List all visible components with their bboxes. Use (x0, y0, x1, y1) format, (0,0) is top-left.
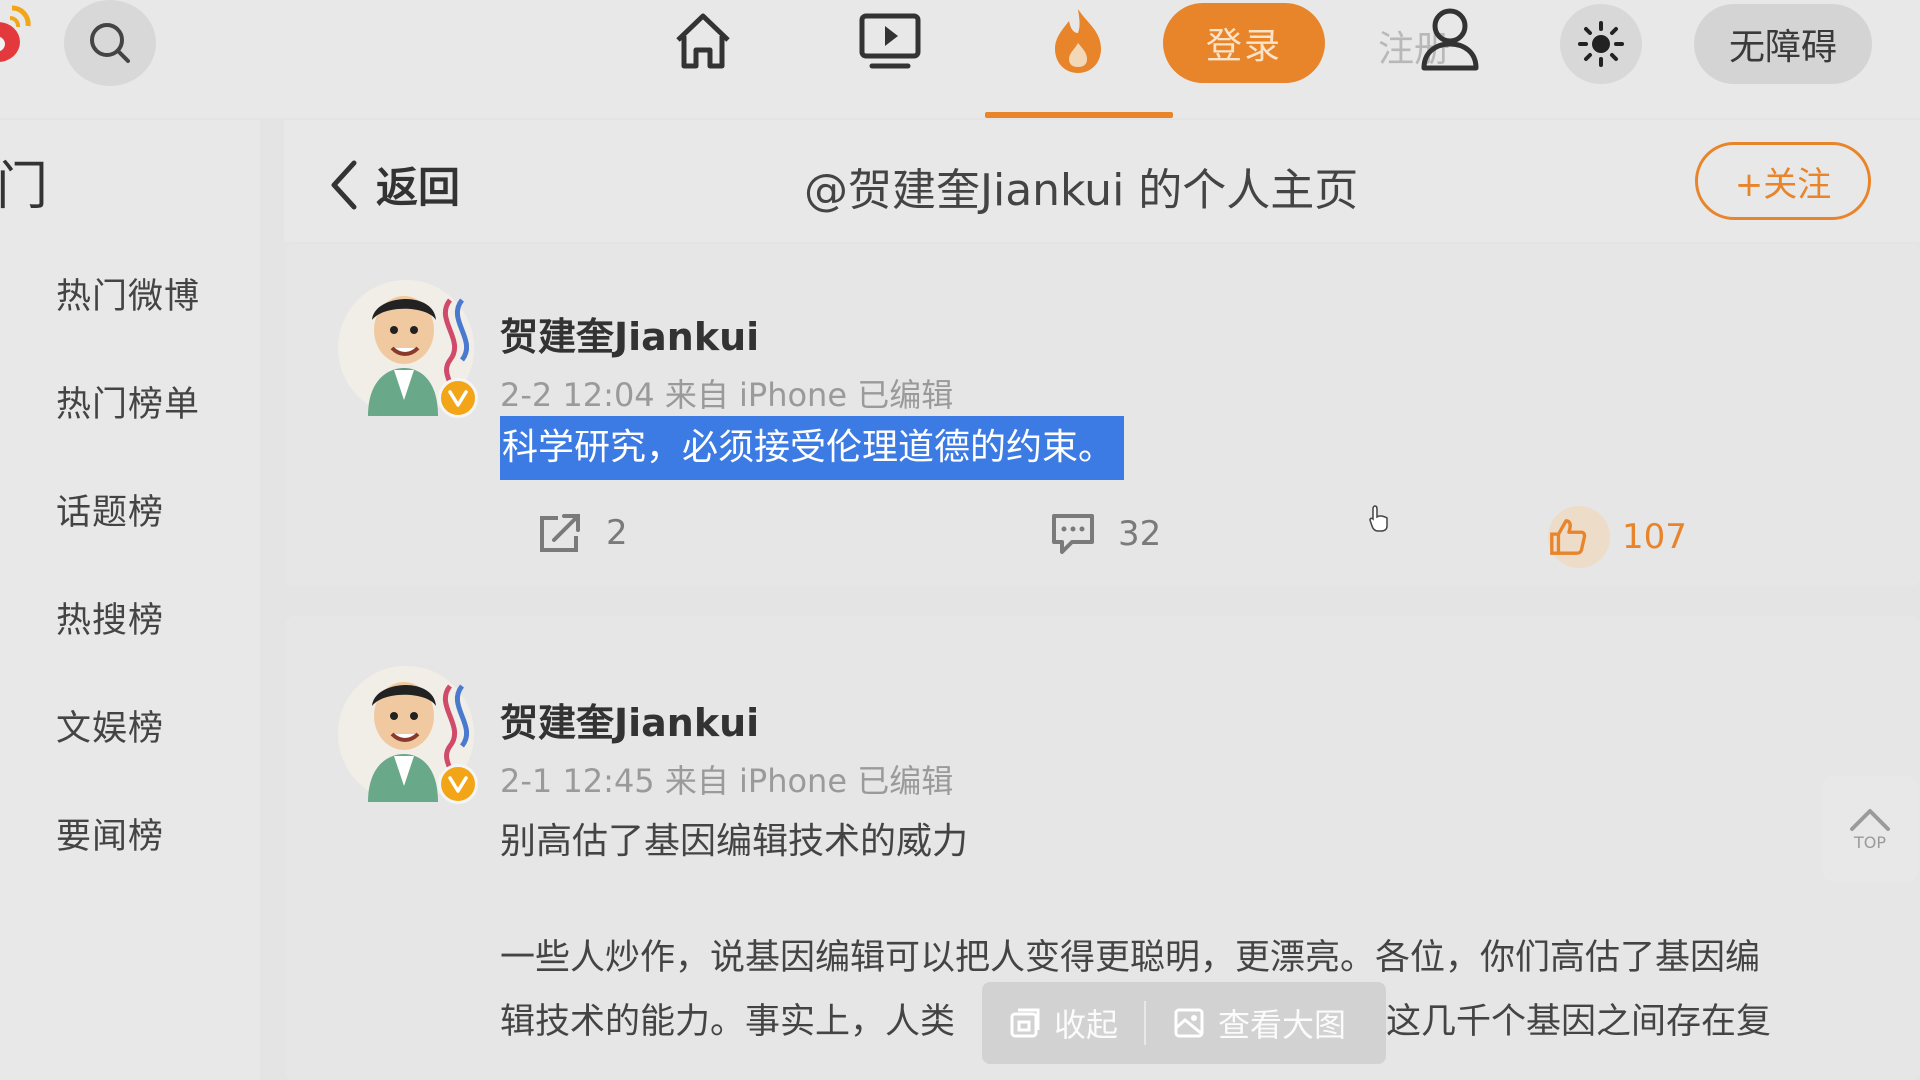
avatar[interactable] (338, 280, 478, 418)
active-tab-indicator (985, 112, 1173, 118)
post-text-selected[interactable]: 科学研究，必须接受伦理道德的约束。 (500, 416, 1125, 480)
repost-button[interactable]: 2 (538, 512, 628, 554)
back-to-top-label: TOP (1853, 832, 1886, 852)
like-count: 107 (1622, 517, 1687, 557)
collapse-icon (1010, 1008, 1040, 1038)
accessibility-button[interactable]: 无障碍 (1694, 4, 1872, 84)
sidebar-item-hot-search[interactable]: 热搜榜 (56, 592, 164, 643)
weibo-logo-icon[interactable] (0, 0, 46, 80)
share-icon (540, 514, 580, 552)
chevron-left-icon (331, 160, 357, 209)
nav-home[interactable] (663, 2, 743, 80)
follow-button[interactable]: +关注 (1695, 142, 1871, 220)
fire-icon (1055, 9, 1101, 73)
page-title: @贺建奎Jiankui 的个人主页 (804, 165, 1359, 216)
sidebar-heading: 门 (0, 157, 49, 217)
post-body-fragment: 辑技术的能力。事实上，人类 (500, 1002, 956, 1042)
sidebar-item-hot-weibo[interactable]: 热门微博 (56, 268, 200, 319)
image-icon (1174, 1008, 1204, 1038)
nav-hot[interactable] (1038, 2, 1118, 80)
hand-cursor-icon (1368, 504, 1390, 536)
collapse-label: 收起 (1054, 1006, 1119, 1044)
like-icon (1548, 506, 1610, 568)
post-card: 贺建奎Jiankui 2-2 12:04 来自 iPhone 已编辑 科学研究，… (286, 244, 1920, 586)
profile-header: 返回 @贺建奎Jiankui 的个人主页 +关注 (284, 120, 1920, 242)
home-icon (676, 13, 730, 69)
post-body-fragment: ，这几千个基因之间存在复 (1351, 1002, 1772, 1042)
back-button[interactable]: 返回 (328, 154, 460, 215)
back-label: 返回 (376, 163, 461, 212)
verified-badge-icon (438, 378, 478, 418)
comment-icon (1052, 514, 1094, 554)
sidebar-item-entertainment[interactable]: 文娱榜 (56, 700, 164, 751)
search-icon (90, 23, 130, 63)
search-button[interactable] (64, 0, 156, 86)
avatar[interactable] (338, 666, 478, 804)
post-meta: 2-2 12:04 来自 iPhone 已编辑 (500, 376, 954, 414)
comment-count: 32 (1118, 514, 1162, 554)
post-author[interactable]: 贺建奎Jiankui (500, 306, 759, 361)
chevron-up-icon (1850, 808, 1890, 831)
sidebar: 门 热门微博 热门榜单 话题榜 热搜榜 文娱榜 要闻榜 (0, 120, 260, 1080)
post-meta: 2-1 12:45 来自 iPhone 已编辑 (500, 762, 954, 800)
post-author[interactable]: 贺建奎Jiankui (500, 692, 759, 747)
verified-badge-icon (438, 764, 478, 804)
repost-count: 2 (606, 513, 628, 553)
view-large-image-button[interactable]: 查看大图 (1146, 1000, 1372, 1046)
view-large-label: 查看大图 (1218, 1006, 1347, 1044)
back-to-top-button[interactable]: TOP (1822, 776, 1918, 882)
nav-video[interactable] (850, 2, 930, 80)
sun-icon (1578, 21, 1624, 67)
post-body-line: 一些人炒作，说基因编辑可以把人变得更聪明，更漂亮。各位，你们高估了基因编 (500, 938, 1761, 978)
comment-button[interactable]: 32 (1050, 512, 1161, 556)
collapse-button[interactable]: 收起 (982, 1000, 1144, 1046)
post-headline: 别高估了基因编辑技术的威力 (500, 821, 969, 862)
top-nav-bar: 登录 注册 无障碍 (0, 0, 1920, 118)
video-icon (859, 13, 921, 69)
sidebar-item-news[interactable]: 要闻榜 (56, 808, 164, 859)
sidebar-item-hot-list[interactable]: 热门榜单 (56, 376, 200, 427)
theme-toggle-button[interactable] (1560, 4, 1642, 84)
login-button[interactable]: 登录 (1163, 3, 1325, 83)
image-toolbar: 收起 查看大图 (982, 982, 1386, 1064)
sidebar-item-topic-list[interactable]: 话题榜 (56, 484, 164, 535)
like-button[interactable]: 107 (1548, 506, 1687, 568)
user-icon[interactable] (1410, 2, 1490, 82)
